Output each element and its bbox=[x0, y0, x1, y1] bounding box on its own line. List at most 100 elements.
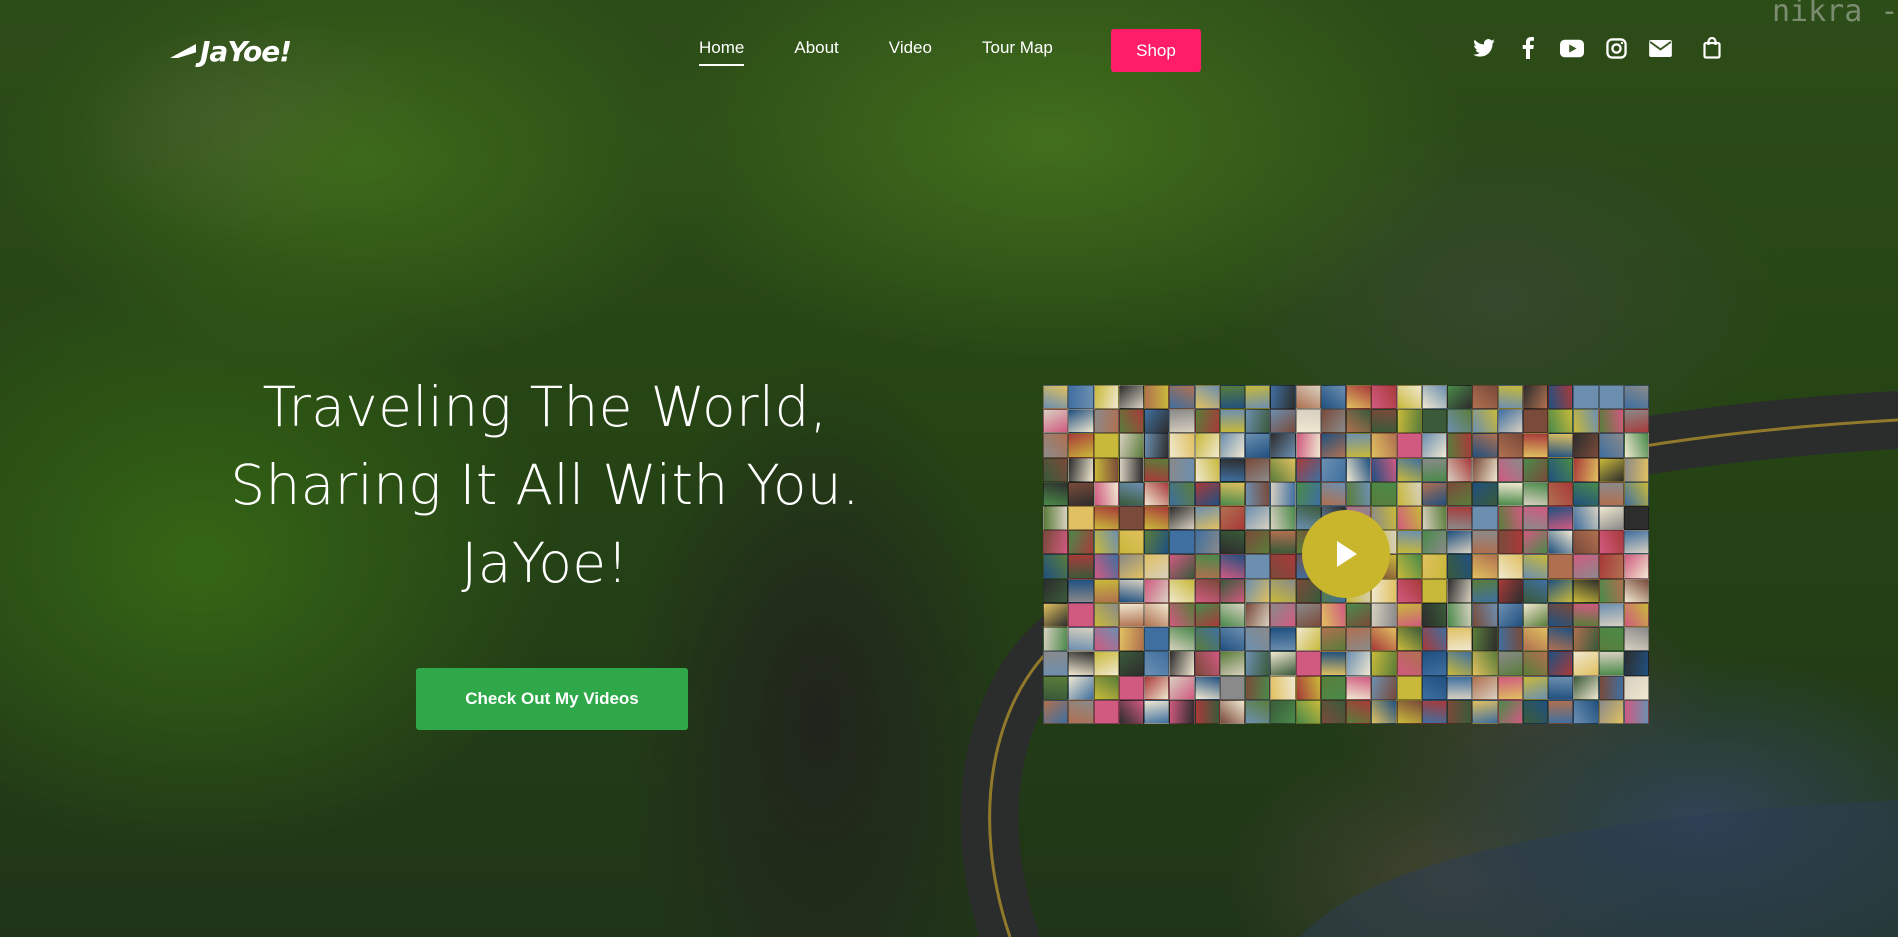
thumbnail-tile bbox=[1144, 554, 1170, 579]
thumbnail-tile bbox=[1421, 385, 1447, 410]
thumbnail-tile bbox=[1068, 481, 1094, 507]
thumbnail-tile bbox=[1270, 506, 1296, 531]
thumbnail-tile bbox=[1118, 481, 1144, 507]
thumbnail-tile bbox=[1118, 627, 1144, 652]
thumbnail-tile bbox=[1623, 554, 1649, 579]
thumbnail-tile bbox=[1320, 409, 1346, 434]
youtube-icon[interactable] bbox=[1560, 36, 1584, 60]
thumbnail-tile bbox=[1245, 385, 1271, 410]
thumbnail-tile bbox=[1043, 433, 1069, 458]
thumbnail-tile bbox=[1043, 457, 1069, 482]
twitter-icon[interactable] bbox=[1472, 36, 1496, 60]
thumbnail-tile bbox=[1093, 530, 1119, 555]
thumbnail-tile bbox=[1522, 506, 1548, 531]
thumbnail-tile bbox=[1421, 699, 1447, 724]
thumbnail-tile bbox=[1068, 506, 1094, 531]
thumbnail-tile bbox=[1573, 699, 1599, 724]
thumbnail-tile bbox=[1598, 409, 1624, 434]
thumbnail-tile bbox=[1396, 627, 1422, 652]
main-nav: Home About Video Tour Map bbox=[699, 38, 1103, 66]
nav-tour-map[interactable]: Tour Map bbox=[982, 38, 1053, 66]
headline-line-2: Sharing It All With You. bbox=[230, 453, 860, 517]
thumbnail-tile bbox=[1245, 481, 1271, 507]
video-player[interactable] bbox=[1043, 385, 1649, 724]
thumbnail-tile bbox=[1598, 554, 1624, 579]
thumbnail-tile bbox=[1144, 699, 1170, 724]
thumbnail-tile bbox=[1497, 433, 1523, 458]
thumbnail-tile bbox=[1144, 675, 1170, 700]
thumbnail-tile bbox=[1522, 530, 1548, 555]
thumbnail-tile bbox=[1573, 651, 1599, 676]
thumbnail-tile bbox=[1295, 457, 1321, 482]
thumbnail-tile bbox=[1219, 506, 1245, 531]
thumbnail-tile bbox=[1447, 506, 1473, 531]
thumbnail-tile bbox=[1144, 530, 1170, 555]
thumbnail-tile bbox=[1421, 675, 1447, 700]
nav-about[interactable]: About bbox=[794, 38, 838, 66]
thumbnail-tile bbox=[1548, 627, 1574, 652]
thumbnail-tile bbox=[1144, 457, 1170, 482]
thumbnail-tile bbox=[1219, 409, 1245, 434]
thumbnail-tile bbox=[1169, 554, 1195, 579]
shop-button[interactable]: Shop bbox=[1111, 29, 1201, 72]
shopping-bag-icon[interactable] bbox=[1700, 36, 1724, 60]
thumbnail-tile bbox=[1497, 554, 1523, 579]
thumbnail-tile bbox=[1270, 554, 1296, 579]
thumbnail-tile bbox=[1245, 651, 1271, 676]
thumbnail-tile bbox=[1472, 651, 1498, 676]
nav-home[interactable]: Home bbox=[699, 38, 745, 66]
thumbnail-tile bbox=[1396, 433, 1422, 458]
thumbnail-tile bbox=[1522, 651, 1548, 676]
site-logo[interactable]: JaYoe! bbox=[170, 34, 320, 68]
thumbnail-tile bbox=[1447, 457, 1473, 482]
thumbnail-tile bbox=[1295, 385, 1321, 410]
thumbnail-tile bbox=[1270, 530, 1296, 555]
thumbnail-tile bbox=[1623, 699, 1649, 724]
thumbnail-tile bbox=[1497, 481, 1523, 507]
thumbnail-tile bbox=[1346, 627, 1372, 652]
check-out-videos-button[interactable]: Check Out My Videos bbox=[416, 668, 688, 730]
thumbnail-tile bbox=[1573, 457, 1599, 482]
play-icon bbox=[1337, 541, 1357, 567]
thumbnail-tile bbox=[1194, 675, 1220, 700]
thumbnail-tile bbox=[1219, 675, 1245, 700]
thumbnail-tile bbox=[1270, 481, 1296, 507]
thumbnail-tile bbox=[1598, 506, 1624, 531]
thumbnail-tile bbox=[1396, 530, 1422, 555]
thumbnail-tile bbox=[1068, 627, 1094, 652]
thumbnail-tile bbox=[1245, 627, 1271, 652]
thumbnail-tile bbox=[1144, 602, 1170, 628]
thumbnail-tile bbox=[1497, 385, 1523, 410]
thumbnail-tile bbox=[1472, 481, 1498, 507]
email-icon[interactable] bbox=[1648, 36, 1672, 60]
thumbnail-tile bbox=[1548, 506, 1574, 531]
thumbnail-tile bbox=[1346, 699, 1372, 724]
thumbnail-tile bbox=[1169, 602, 1195, 628]
instagram-icon[interactable] bbox=[1604, 36, 1628, 60]
thumbnail-tile bbox=[1522, 578, 1548, 603]
play-button[interactable] bbox=[1302, 510, 1390, 598]
thumbnail-tile bbox=[1497, 409, 1523, 434]
facebook-icon[interactable] bbox=[1516, 36, 1540, 60]
thumbnail-tile bbox=[1144, 385, 1170, 410]
thumbnail-tile bbox=[1320, 675, 1346, 700]
thumbnail-tile bbox=[1093, 675, 1119, 700]
nav-video[interactable]: Video bbox=[889, 38, 932, 66]
thumbnail-tile bbox=[1245, 409, 1271, 434]
thumbnail-tile bbox=[1118, 409, 1144, 434]
thumbnail-tile bbox=[1194, 457, 1220, 482]
thumbnail-tile bbox=[1421, 578, 1447, 603]
thumbnail-tile bbox=[1245, 602, 1271, 628]
thumbnail-tile bbox=[1623, 481, 1649, 507]
thumbnail-tile bbox=[1270, 675, 1296, 700]
thumbnail-tile bbox=[1194, 578, 1220, 603]
thumbnail-tile bbox=[1598, 578, 1624, 603]
thumbnail-tile bbox=[1497, 506, 1523, 531]
thumbnail-tile bbox=[1245, 578, 1271, 603]
thumbnail-tile bbox=[1169, 578, 1195, 603]
thumbnail-tile bbox=[1623, 675, 1649, 700]
thumbnail-tile bbox=[1320, 699, 1346, 724]
thumbnail-tile bbox=[1497, 651, 1523, 676]
thumbnail-tile bbox=[1068, 554, 1094, 579]
thumbnail-tile bbox=[1219, 602, 1245, 628]
